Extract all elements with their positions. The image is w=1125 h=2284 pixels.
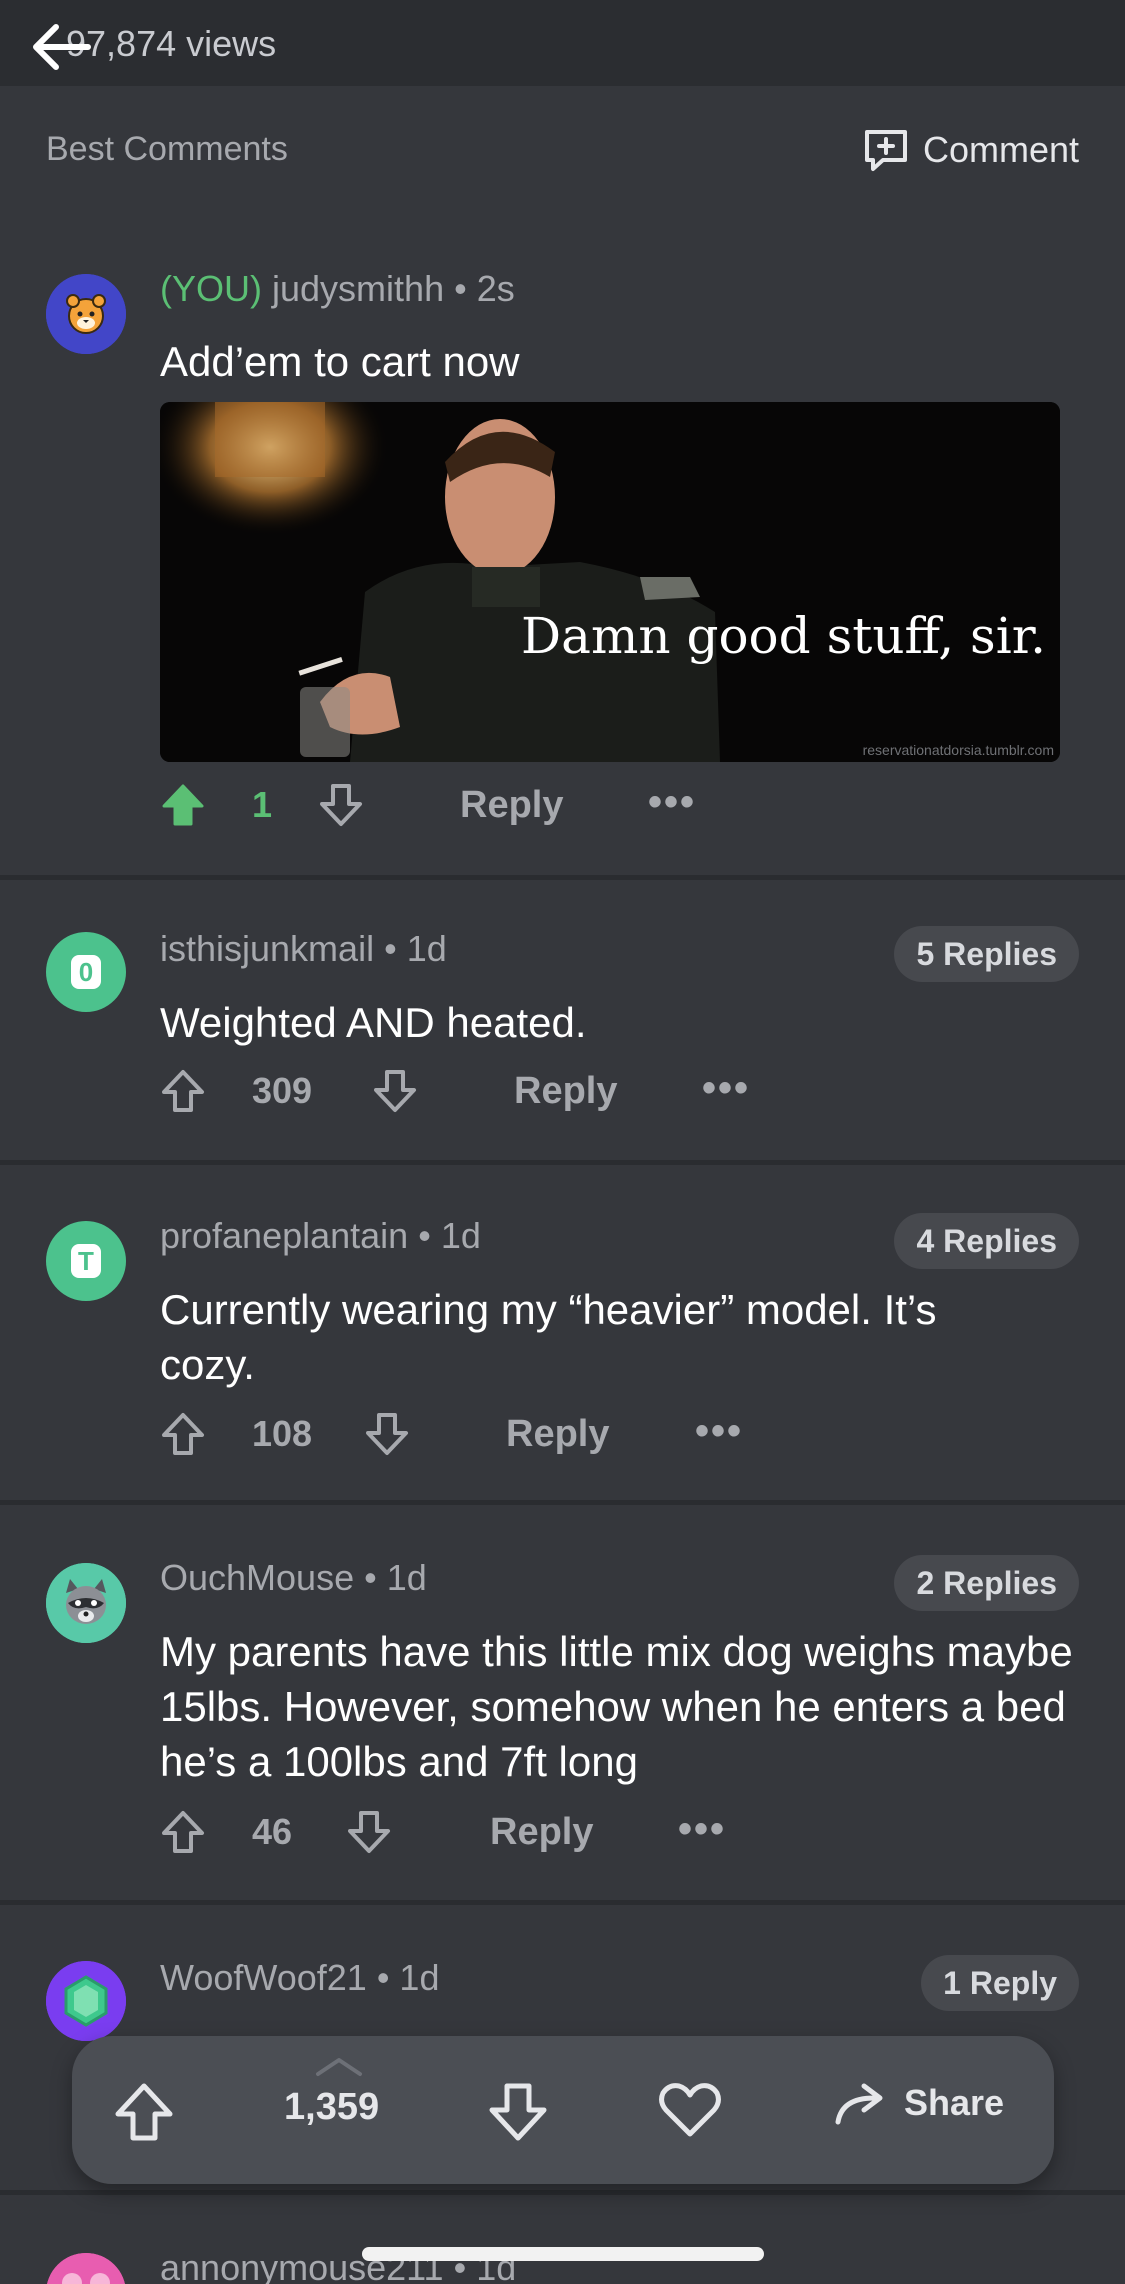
comment-actions: 1 Reply ••• <box>160 774 860 834</box>
sort-label[interactable]: Best Comments <box>46 130 288 169</box>
comment-meta: WoofWoof21 • 1d <box>160 1957 439 1999</box>
chevron-up-icon[interactable] <box>312 2054 366 2078</box>
post-points: 1,359 <box>284 2086 380 2128</box>
comment-time: 1d <box>406 928 447 969</box>
separator-dot: • <box>454 268 477 309</box>
downvote-icon[interactable] <box>486 2080 550 2144</box>
comment-item: OuchMouse • 1d 2 Replies My parents have… <box>0 1505 1125 1905</box>
more-options-button[interactable]: ••• <box>695 1411 743 1451</box>
gem-avatar-icon <box>46 1961 126 2041</box>
share-arrow-icon <box>835 2083 883 2125</box>
vote-count: 108 <box>252 1413 313 1454</box>
comment-text: Add’em to cart now <box>160 338 520 385</box>
comment-text: Weighted AND heated. <box>160 999 587 1046</box>
comment-time: 1d <box>386 1557 427 1598</box>
vote-count: 309 <box>252 1070 313 1111</box>
replies-badge[interactable]: 2 Replies <box>894 1555 1079 1611</box>
share-label: Share <box>904 2082 1005 2123</box>
comment-button-label: Comment <box>922 129 1079 170</box>
upvote-icon[interactable] <box>160 1809 206 1855</box>
avatar[interactable] <box>46 274 126 354</box>
comment-item: (YOU) judysmithh • 2s Add’em to cart now <box>0 216 1125 880</box>
comments-header: Best Comments Comment <box>0 86 1125 216</box>
comment-meta: OuchMouse • 1d <box>160 1557 427 1599</box>
comment-text: Currently wearing my “heavier” model. It… <box>160 1286 937 1388</box>
comment-time: 1d <box>399 1957 440 1998</box>
avatar[interactable]: T <box>46 1221 126 1301</box>
back-arrow-icon[interactable] <box>28 22 92 72</box>
more-options-button[interactable]: ••• <box>678 1809 726 1849</box>
views-count: 97,874 views <box>66 23 277 64</box>
comment-actions: 108 Reply ••• <box>160 1403 860 1463</box>
comment-gif-image[interactable]: Damn good stuff, sir. reservationatdorsi… <box>160 402 1060 762</box>
raccoon-avatar-icon <box>46 1563 126 1643</box>
vote-count: 1 <box>252 784 273 825</box>
upvote-icon[interactable] <box>160 1411 206 1457</box>
avatar[interactable]: 0 <box>46 932 126 1012</box>
comment-meta: isthisjunkmail • 1d <box>160 928 447 970</box>
comment-time: 1d <box>440 1215 481 1256</box>
separator-dot: • <box>384 928 407 969</box>
avatar-letter: 0 <box>71 955 101 989</box>
gif-credit: reservationatdorsia.tumblr.com <box>862 742 1054 758</box>
replies-badge[interactable]: 1 Reply <box>921 1955 1079 2011</box>
downvote-icon[interactable] <box>346 1809 392 1855</box>
username[interactable]: judysmithh <box>272 268 444 309</box>
add-comment-button[interactable]: Comment <box>861 126 1079 174</box>
separator-dot: • <box>364 1557 387 1598</box>
comment-actions: 46 Reply ••• <box>160 1801 860 1861</box>
top-bar: 97,874 views <box>0 0 1125 86</box>
avatar[interactable] <box>46 1961 126 2041</box>
replies-badge[interactable]: 5 Replies <box>894 926 1079 982</box>
comment-item: T profaneplantain • 1d 4 Replies Current… <box>0 1165 1125 1505</box>
comment-actions: 309 Reply ••• <box>160 1060 860 1120</box>
share-button[interactable]: Share <box>832 2078 1004 2128</box>
username[interactable]: OuchMouse <box>160 1557 354 1598</box>
comment-meta: profaneplantain • 1d <box>160 1215 481 1257</box>
reply-button[interactable]: Reply <box>460 782 563 828</box>
reply-button[interactable]: Reply <box>506 1411 609 1457</box>
upvote-icon[interactable] <box>160 782 206 828</box>
more-options-button[interactable]: ••• <box>648 782 696 822</box>
comment-item: annonymouse211 • 1d <box>0 2195 1125 2284</box>
username[interactable]: isthisjunkmail <box>160 928 374 969</box>
home-indicator[interactable] <box>362 2247 764 2261</box>
avatar[interactable] <box>46 2253 126 2284</box>
gif-caption: Damn good stuff, sir. <box>521 607 1046 665</box>
you-tag: (YOU) <box>160 268 262 309</box>
mouse-avatar-icon <box>47 2253 125 2284</box>
comment-item: 0 isthisjunkmail • 1d 5 Replies Weighted… <box>0 880 1125 1165</box>
comment-meta: (YOU) judysmithh • 2s <box>160 268 515 310</box>
separator-dot: • <box>418 1215 441 1256</box>
replies-badge[interactable]: 4 Replies <box>894 1213 1079 1269</box>
upvote-icon[interactable] <box>160 1068 206 1114</box>
vote-count: 46 <box>252 1811 293 1852</box>
reply-button[interactable]: Reply <box>514 1068 617 1114</box>
comment-text: My parents have this little mix dog weig… <box>160 1628 1073 1785</box>
tiger-avatar-icon <box>46 274 126 354</box>
avatar-letter: T <box>71 1244 101 1278</box>
downvote-icon[interactable] <box>372 1068 418 1114</box>
post-action-bar: 1,359 Share <box>72 2036 1054 2184</box>
comment-time: 2s <box>476 268 515 309</box>
upvote-icon[interactable] <box>112 2080 176 2144</box>
downvote-icon[interactable] <box>318 782 364 828</box>
gif-scene <box>160 402 1060 762</box>
username[interactable]: WoofWoof21 <box>160 1957 367 1998</box>
more-options-button[interactable]: ••• <box>702 1068 750 1108</box>
username[interactable]: profaneplantain <box>160 1215 408 1256</box>
reply-button[interactable]: Reply <box>490 1809 593 1855</box>
comment-plus-icon <box>864 130 907 171</box>
avatar[interactable] <box>46 1563 126 1643</box>
heart-icon[interactable] <box>657 2080 723 2140</box>
downvote-icon[interactable] <box>364 1411 410 1457</box>
separator-dot: • <box>376 1957 400 1998</box>
